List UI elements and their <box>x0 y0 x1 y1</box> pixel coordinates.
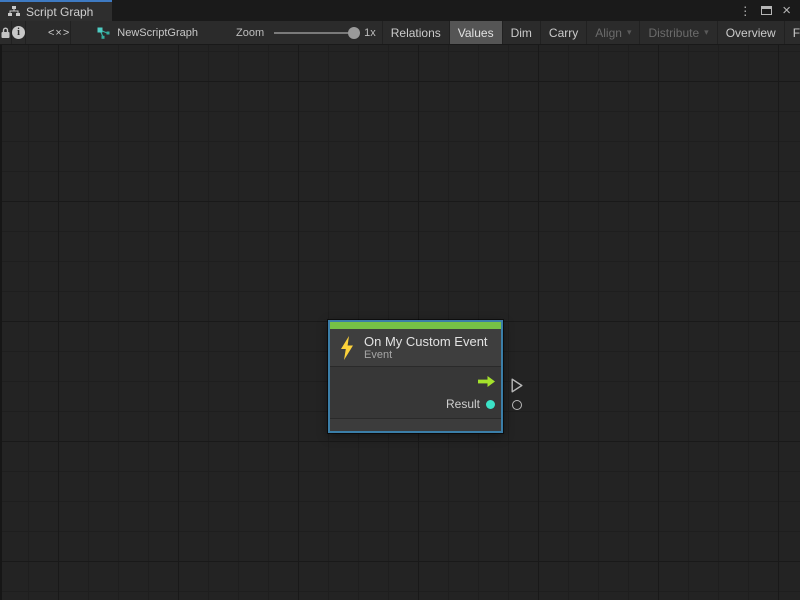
zoom-value: 1x <box>364 27 376 39</box>
node-header[interactable]: On My Custom Event Event <box>330 329 501 366</box>
graph-hierarchy-icon <box>8 6 20 17</box>
node-subtitle: Event <box>364 349 488 362</box>
carry-button[interactable]: Carry <box>541 21 587 44</box>
window-menu-icon[interactable]: ⋮ <box>739 5 751 17</box>
value-output-row: Result <box>330 393 501 416</box>
titlebar: Script Graph ⋮ × <box>0 0 800 21</box>
control-output-row <box>330 370 501 393</box>
node-body: Result <box>330 367 501 418</box>
code-preview-button[interactable]: <×> <box>48 21 71 44</box>
control-flow-arrow-icon[interactable] <box>478 376 495 387</box>
value-port-dot-icon[interactable] <box>486 400 495 409</box>
distribute-dropdown[interactable]: Distribute ▾ <box>640 21 717 44</box>
full-screen-button[interactable]: Full S <box>785 21 800 44</box>
graph-name-label: NewScriptGraph <box>117 27 198 39</box>
toolbar-button-row: Relations Values Dim Carry Align ▾ Distr… <box>382 21 800 44</box>
event-node-on-my-custom-event[interactable]: On My Custom Event Event Result <box>328 320 503 433</box>
window-close-icon[interactable]: × <box>782 3 791 18</box>
toolbar: i <×> NewScriptGraph Zoom 1x Relations V… <box>0 21 800 45</box>
lock-icon <box>0 27 11 39</box>
info-icon: i <box>12 26 25 39</box>
graph-breadcrumb[interactable]: NewScriptGraph <box>87 21 208 44</box>
zoom-control: Zoom 1x <box>236 21 382 44</box>
titlebar-spacer <box>112 0 739 21</box>
align-dropdown[interactable]: Align ▾ <box>587 21 640 44</box>
node-accent-bar <box>330 322 501 329</box>
result-port-label: Result <box>446 397 480 411</box>
overview-button[interactable]: Overview <box>718 21 785 44</box>
zoom-label: Zoom <box>236 27 264 39</box>
value-output-port-icon[interactable] <box>512 400 522 410</box>
lock-button[interactable] <box>0 21 12 44</box>
relations-button[interactable]: Relations <box>383 21 450 44</box>
tab-label: Script Graph <box>26 5 93 19</box>
values-button[interactable]: Values <box>450 21 503 44</box>
chevron-down-icon: ▾ <box>627 27 632 38</box>
window-maximize-icon[interactable] <box>761 6 772 15</box>
node-footer <box>330 419 501 431</box>
graph-canvas[interactable]: On My Custom Event Event Result <box>0 45 800 600</box>
control-output-port-icon[interactable] <box>511 378 523 398</box>
dim-button[interactable]: Dim <box>503 21 541 44</box>
zoom-slider[interactable] <box>274 32 356 34</box>
node-title: On My Custom Event <box>364 334 488 349</box>
zoom-slider-handle[interactable] <box>348 27 360 39</box>
tab-script-graph[interactable]: Script Graph <box>0 0 112 21</box>
inspector-button[interactable]: i <box>12 21 26 44</box>
lightning-bolt-icon <box>339 336 355 360</box>
chevron-down-icon: ▾ <box>704 27 709 38</box>
script-graph-asset-icon <box>97 27 111 39</box>
